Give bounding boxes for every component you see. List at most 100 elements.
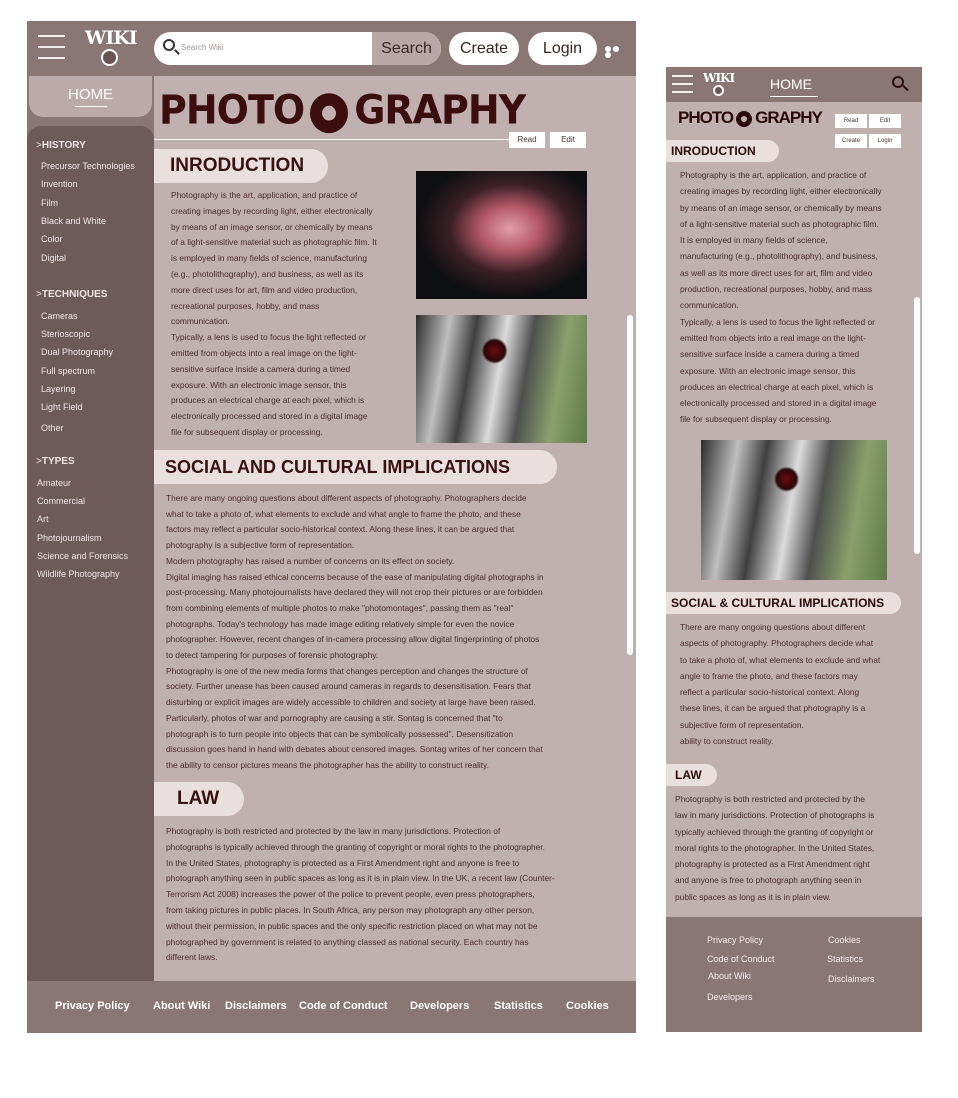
home-link[interactable]: HOME — [29, 76, 152, 117]
sidebar-item[interactable]: Photojournalism — [37, 533, 102, 543]
footer-link[interactable]: Developers — [410, 1000, 469, 1012]
sidebar-item[interactable]: Film — [41, 198, 58, 208]
footer-link[interactable]: Statistics — [494, 1000, 543, 1012]
title-left: PHOTO — [678, 108, 734, 127]
sidebar-item[interactable]: Wildlife Photography — [37, 569, 120, 579]
sidebar-item[interactable]: Color — [41, 234, 63, 244]
text-line: manufacturing (e.g., photolithography), … — [680, 251, 878, 262]
footer-link[interactable]: Disclaimers — [225, 1000, 287, 1012]
bird-photo — [416, 315, 587, 443]
law-heading: LAW — [154, 782, 244, 816]
camera-icon — [736, 110, 753, 127]
text-line: photographer. However, recent changes of… — [166, 634, 540, 645]
sidebar-item[interactable]: Full spectrum — [41, 366, 95, 376]
text-line: Modern photography has raised a number o… — [166, 555, 455, 566]
text-line: produces an electrical charge at each pi… — [680, 381, 874, 392]
sidebar-item[interactable]: Cameras — [41, 311, 78, 321]
menu-icon[interactable] — [672, 75, 693, 95]
read-button[interactable]: Read — [835, 114, 867, 128]
wiki-logo[interactable]: WIKI — [85, 28, 138, 66]
search-button[interactable]: Search — [372, 32, 441, 65]
search-bar[interactable]: Search Wiki Search — [154, 32, 441, 65]
text-line: factors may reflect a particular socio-h… — [166, 524, 515, 535]
sidebar-item[interactable]: Digital — [41, 253, 66, 263]
section-title: HISTORY — [41, 140, 86, 151]
sidebar-item[interactable]: Other — [41, 423, 64, 433]
footer-link[interactable]: Privacy Policy — [55, 1000, 130, 1012]
search-icon[interactable] — [892, 76, 904, 88]
camera-icon — [310, 92, 349, 133]
sidebar-section-techniques[interactable]: >TECHNIQUES — [36, 289, 107, 300]
text-line: sensitive surface inside a camera during… — [171, 363, 351, 374]
text-line: electronically processed and stored in a… — [680, 398, 877, 409]
sidebar-item[interactable]: Layering — [41, 384, 76, 394]
footer-link[interactable]: Code of Conduct — [299, 1000, 388, 1012]
text-line: electronically processed and stored in a… — [171, 411, 368, 422]
main-content: PHOTO GRAPHY Read Edit INRODUCTION Photog… — [154, 76, 636, 981]
text-line: communication. — [680, 300, 739, 311]
title-left: PHOTO — [159, 86, 305, 134]
login-button[interactable]: Login — [869, 134, 901, 148]
footer-link[interactable]: Developers — [707, 992, 753, 1002]
sidebar-item[interactable]: Black and White — [41, 216, 106, 226]
sidebar-item[interactable]: Light Field — [41, 402, 83, 412]
footer-link[interactable]: Statistics — [827, 954, 863, 964]
law-text: Photography is both restricted and prote… — [675, 791, 920, 905]
text-line: Photography is the art, application, and… — [680, 170, 867, 180]
text-line: recreational purposes, hobby, and mass — [171, 300, 320, 311]
search-input[interactable]: Search Wiki — [181, 43, 224, 52]
create-button[interactable]: Create — [449, 32, 519, 65]
footer-link[interactable]: Cookies — [828, 935, 861, 945]
wiki-logo[interactable]: WIKI — [703, 72, 735, 96]
social-text: There are many ongoing questions about d… — [680, 619, 920, 749]
sidebar-item[interactable]: Commercial — [37, 496, 85, 506]
text-line: produces an electrical charge at each pi… — [171, 395, 365, 406]
footer-link[interactable]: Disclaimers — [828, 974, 875, 984]
text-line: aspects of photography. Photographers de… — [680, 638, 874, 649]
text-line: discussion goes hand in hand with debate… — [166, 744, 543, 755]
text-line: without their permission, in public spac… — [166, 920, 538, 931]
footer-link[interactable]: Cookies — [566, 1000, 609, 1012]
edit-button[interactable]: Edit — [550, 132, 586, 148]
text-line: photograph is to turn people into object… — [166, 728, 514, 739]
create-button[interactable]: Create — [835, 134, 867, 148]
text-line: sensitive surface inside a camera during… — [680, 349, 860, 360]
text-line: as well as its more direct uses for art,… — [680, 267, 873, 278]
sidebar-item[interactable]: Precursor Technologies — [41, 161, 135, 171]
text-line: photographed by government is related to… — [166, 936, 529, 947]
footer-link[interactable]: Privacy Policy — [707, 935, 763, 945]
sidebar-item[interactable]: Amateur — [37, 478, 71, 488]
social-text: There are many ongoing questions about d… — [166, 491, 634, 774]
login-button[interactable]: Login — [528, 32, 597, 65]
footer-link[interactable]: Code of Conduct — [707, 954, 775, 964]
text-line: creating images by recording light, eith… — [680, 186, 882, 197]
sidebar-item[interactable]: Art — [37, 514, 49, 524]
menu-icon[interactable] — [38, 35, 65, 60]
text-line: photograph anything seen in public space… — [166, 873, 555, 884]
text-line: different laws. — [166, 952, 218, 963]
more-icon[interactable] — [605, 46, 627, 58]
sidebar-section-history[interactable]: >HISTORY — [36, 140, 86, 151]
desktop-frame: WIKI Search Wiki Search Create Login HOM… — [27, 21, 636, 1033]
text-line: by means of an image sensor, or chemical… — [680, 202, 882, 213]
logo-ball-icon — [712, 85, 724, 96]
sidebar-item[interactable]: Invention — [41, 179, 78, 189]
footer-link[interactable]: About Wiki — [708, 971, 751, 981]
footer: Privacy Policy About Wiki Disclaimers Co… — [27, 981, 636, 1033]
edit-button[interactable]: Edit — [869, 114, 901, 128]
sidebar-item[interactable]: Dual Photography — [41, 347, 113, 357]
text-line: Photography is the art, application, and… — [171, 190, 358, 200]
mobile-frame: WIKI HOME PHOTO GRAPHY Read Edit Create L… — [666, 67, 922, 1032]
sidebar-item[interactable]: Science and Forensics — [37, 551, 128, 561]
section-title: TECHNIQUES — [41, 289, 108, 300]
home-link[interactable]: HOME — [770, 76, 818, 97]
desktop-scrollbar[interactable] — [627, 315, 633, 655]
read-button[interactable]: Read — [509, 132, 545, 148]
text-line: Photography is one of the new media form… — [166, 665, 528, 676]
footer-link[interactable]: About Wiki — [153, 1000, 210, 1012]
text-line: from taking pictures in public places. I… — [166, 904, 535, 915]
sidebar-item[interactable]: Sterioscopic — [41, 329, 90, 339]
text-line: to detect tampering for purposes of fore… — [166, 650, 379, 661]
sidebar-section-types[interactable]: >TYPES — [36, 456, 75, 467]
mobile-scrollbar[interactable] — [914, 297, 920, 554]
